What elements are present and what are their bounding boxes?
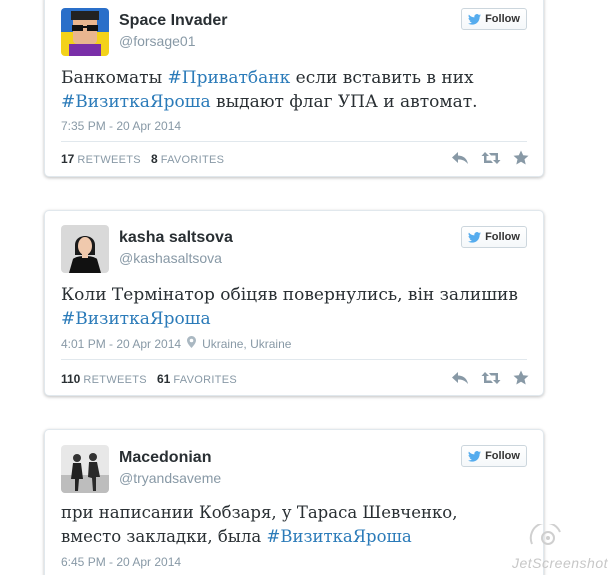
location-pin-icon [187,336,197,351]
timestamp-link[interactable]: 4:01 PM - 20 Apr 2014 [61,337,181,351]
twitter-bird-icon [468,450,482,462]
hashtag-link[interactable]: #Приватбанк [168,68,291,88]
user-handle[interactable]: @kashasaltsova [119,250,222,266]
divider [61,141,527,142]
retweets-label: RETWEETS [77,154,141,166]
tweet-meta: 7:35 PM - 20 Apr 2014 [61,119,181,133]
follow-button[interactable]: Follow [461,445,527,467]
favorite-count: 61 [156,372,171,386]
tweet-text: Банкоматы #Приватбанк если вставить в ни… [61,66,531,114]
retweet-icon[interactable] [481,151,501,170]
follow-label: Follow [485,13,520,25]
tweet-stats: 110 RETWEETS 61 FAVORITES [61,372,237,386]
reply-icon[interactable] [451,371,469,390]
avatar[interactable] [61,8,109,56]
hashtag-link[interactable]: #ВизиткаЯроша [61,92,211,112]
timestamp-link[interactable]: 7:35 PM - 20 Apr 2014 [61,119,181,133]
favorites-label: FAVORITES [160,154,225,166]
follow-button[interactable]: Follow [461,8,527,30]
twitter-bird-icon [468,13,482,25]
reply-icon[interactable] [451,151,469,170]
text-segment: если вставить в них [290,68,474,88]
hashtag-link[interactable]: #ВизиткаЯроша [267,527,412,546]
tweet-stats: 17 RETWEETS 8 FAVORITES [61,152,224,166]
hashtag-link[interactable]: #ВизиткаЯроша [61,309,211,329]
watermark-logo-icon [528,521,564,553]
tweet-card: kasha saltsova @kashasaltsova Follow Кол… [44,210,544,396]
retweets-label: RETWEETS [83,374,147,386]
tweet-card: Macedonian @tryandsaveme Follow при напи… [44,429,544,575]
tweet-meta: 4:01 PM - 20 Apr 2014 Ukraine, Ukraine [61,336,291,351]
tweet-meta: 6:45 PM - 20 Apr 2014 [61,555,181,569]
tweet-actions [451,370,529,390]
retweets-stat[interactable]: 17 RETWEETS [61,152,141,166]
twitter-bird-icon [468,231,482,243]
display-name[interactable]: kasha saltsova [119,229,233,247]
user-handle[interactable]: @forsage01 [119,33,195,49]
text-segment: Коли Термінатор обіцяв повернулись, він … [61,285,518,305]
follow-label: Follow [485,450,520,462]
retweet-count: 17 [61,152,75,166]
favorite-star-icon[interactable] [513,370,529,390]
tweet-card: Space Invader @forsage01 Follow Банкомат… [44,0,544,177]
avatar[interactable] [61,445,109,493]
favorites-stat[interactable]: 61 FAVORITES [157,372,237,386]
favorite-star-icon[interactable] [513,150,529,170]
favorite-count: 8 [150,152,158,166]
follow-label: Follow [485,231,520,243]
divider [61,359,527,360]
text-segment: Банкоматы [61,68,168,88]
text-segment: выдают флаг УПА и автомат. [210,92,478,112]
avatar[interactable] [61,225,109,273]
location-link[interactable]: Ukraine, Ukraine [202,337,291,351]
follow-button[interactable]: Follow [461,226,527,248]
watermark: JetScreenshot [512,555,608,571]
tweet-text: Коли Термінатор обіцяв повернулись, він … [61,283,531,331]
tweet-text: при написании Кобзаря, у Тараса Шевченко… [61,501,511,549]
retweet-count: 110 [61,372,81,386]
user-handle[interactable]: @tryandsaveme [119,470,221,486]
display-name[interactable]: Macedonian [119,449,211,467]
favorites-stat[interactable]: 8 FAVORITES [151,152,224,166]
favorites-label: FAVORITES [173,374,237,386]
retweet-icon[interactable] [481,371,501,390]
display-name[interactable]: Space Invader [119,12,228,30]
retweets-stat[interactable]: 110 RETWEETS [61,372,147,386]
timestamp-link[interactable]: 6:45 PM - 20 Apr 2014 [61,555,181,569]
tweet-actions [451,150,529,170]
